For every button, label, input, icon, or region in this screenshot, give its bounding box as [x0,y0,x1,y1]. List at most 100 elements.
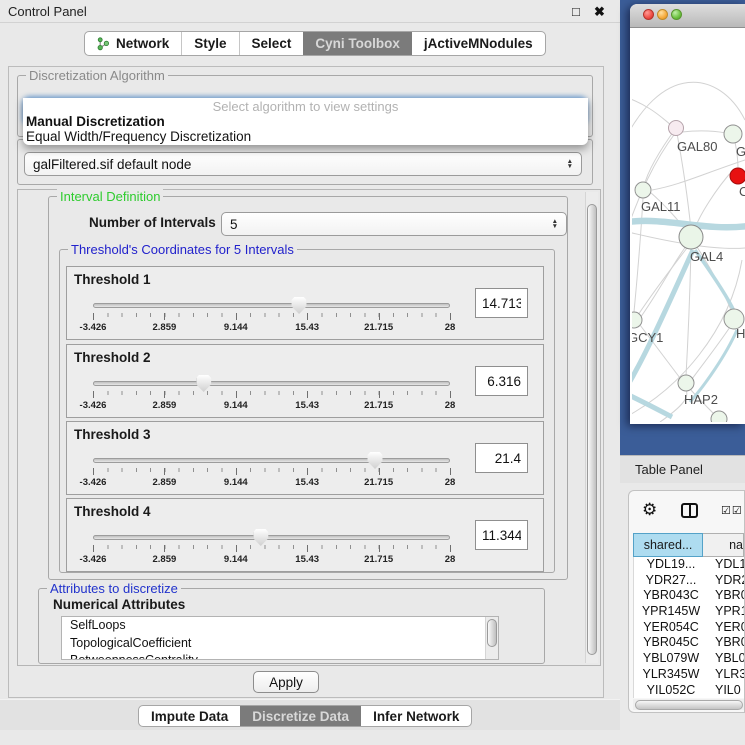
close-icon[interactable]: ✖ [594,4,605,20]
node-hap2[interactable] [678,375,694,391]
algorithm-option-manual[interactable]: Manual Discretization [23,114,588,129]
tab-label: Network [116,36,169,51]
table-row[interactable]: YER054CYER0 [634,620,744,636]
network-canvas[interactable]: GAL80 GA C GAL11 GAL4 GCY1 H HAP2 [632,28,745,422]
tab-impute-data[interactable]: Impute Data [139,706,240,726]
threshold-slider[interactable] [93,381,450,387]
table-row[interactable]: YDR27...YDR2 [634,573,744,589]
svg-text:GCY1: GCY1 [632,330,663,345]
network-icon [97,37,110,51]
horizontal-scrollbar[interactable] [633,699,744,710]
node-red-selected[interactable] [730,168,745,184]
threshold-panel-3: Threshold 3 -3.4262.8599.14415.4321.7152… [66,421,544,495]
node-gal4[interactable] [679,225,703,249]
table-header-row: shared... na [633,533,744,557]
svg-text:GAL4: GAL4 [690,249,723,264]
table-panel-header: Table Panel [620,455,745,483]
minimize-traffic-light-icon[interactable] [657,9,668,20]
zoom-traffic-light-icon[interactable] [671,9,682,20]
algorithm-option-equal-width[interactable]: Equal Width/Frequency Discretization [23,129,588,144]
network-graph: GAL80 GA C GAL11 GAL4 GCY1 H HAP2 [632,28,745,422]
threshold-slider[interactable] [93,535,450,541]
tab-label: Select [252,36,292,51]
algorithm-dropdown-popup: Select algorithm to view settings Manual… [23,98,588,145]
node-gal80[interactable] [669,121,684,136]
list-scrollbar[interactable] [485,617,498,659]
tab-discretize-data[interactable]: Discretize Data [240,706,361,726]
table-row[interactable]: YBR043CYBR0 [634,588,744,604]
close-traffic-light-icon[interactable] [643,9,654,20]
list-item[interactable]: SelfLoops [62,617,498,635]
threshold-value-input[interactable] [475,366,528,396]
slider-track[interactable] [93,381,450,386]
list-item[interactable]: BetweennessCentrality [62,652,498,660]
tab-cyni-toolbox[interactable]: Cyni Toolbox [303,32,412,55]
list-item[interactable]: TopologicalCoefficient [62,635,498,653]
network-node-labels: GAL80 GA C GAL11 GAL4 GCY1 H HAP2 [632,139,745,407]
slider-track[interactable] [93,303,450,308]
checkbox-icons[interactable]: ☑☑ [721,504,743,517]
table-panel-title: Table Panel [635,462,703,477]
table-row[interactable]: YBR045CYBR0 [634,635,744,651]
threshold-slider[interactable] [93,458,450,464]
node-ga[interactable] [724,125,742,143]
scrollbar-thumb[interactable] [587,204,597,655]
tab-label: jActiveMNodules [424,36,533,51]
interval-definition-group: Interval Definition Number of Intervals … [48,196,568,580]
network-view-window: GAL80 GA C GAL11 GAL4 GCY1 H HAP2 [630,4,745,424]
table-panel-card: ⚙ ☑☑ shared... na YDL19...YDL1 YDR27...Y… [628,490,745,713]
column-header-shared-name[interactable]: shared... [633,533,703,557]
slider-thumb[interactable] [368,452,383,469]
table-row[interactable]: YIL052CYIL0 [634,683,744,699]
float-window-icon[interactable]: □ [572,4,580,19]
threshold-slider[interactable] [93,303,450,309]
column-header-name[interactable]: na [703,533,744,557]
slider-track[interactable] [93,535,450,540]
algorithm-placeholder-option[interactable]: Select algorithm to view settings [23,99,588,114]
svg-text:C: C [739,184,745,199]
tab-infer-network[interactable]: Infer Network [361,706,471,726]
network-window-titlebar [630,4,745,28]
group-title: Discretization Algorithm [26,68,168,83]
threshold-value-input[interactable] [475,443,528,473]
table-data-combobox[interactable]: galFiltered.sif default node ▲▼ [24,152,582,176]
panel-scrollbar[interactable] [585,192,598,663]
bottom-tab-bar: Impute Data Discretize Data Infer Networ… [138,705,472,727]
num-intervals-combobox[interactable]: 5 ▲▼ [221,212,567,236]
tab-jactivemnodules[interactable]: jActiveMNodules [412,32,545,55]
gear-icon[interactable]: ⚙ [642,500,657,520]
threshold-value-input[interactable] [475,520,528,550]
node-gal11[interactable] [635,182,651,198]
node-bottom[interactable] [711,411,727,422]
slider-thumb[interactable] [292,297,307,314]
threshold-value-input[interactable] [475,288,528,318]
numerical-attributes-label: Numerical Attributes [53,597,185,612]
apply-button[interactable]: Apply [253,671,319,693]
split-columns-icon[interactable] [681,503,698,518]
slider-track[interactable] [93,458,450,463]
table-toolbar: ⚙ ☑☑ [629,491,744,531]
table-row[interactable]: YPR145WYPR1 [634,604,744,620]
tab-style[interactable]: Style [181,32,238,55]
slider-thumb[interactable] [196,375,211,392]
scrollbar-thumb[interactable] [487,619,497,647]
screen: Control Panel □ ✖ Network Style Select C… [0,0,745,745]
scrollbar-thumb[interactable] [635,700,743,710]
tab-label: Discretize Data [252,709,349,724]
group-title: Threshold's Coordinates for 5 Intervals [68,242,297,257]
slider-thumb[interactable] [253,529,268,546]
slider-ticks [93,391,450,399]
tab-select[interactable]: Select [239,32,304,55]
attributes-group: Attributes to discretize Numerical Attri… [38,588,545,664]
tab-label: Impute Data [151,709,228,724]
table-row[interactable]: YDL19...YDL1 [634,557,744,573]
table-row[interactable]: YBL079WYBL0 [634,651,744,667]
slider-ticks [93,545,450,553]
table-row[interactable]: YLR345WYLR3 [634,667,744,683]
slider-ticks [93,313,450,321]
threshold-panel-4: Threshold 4 -3.4262.8599.14415.4321.7152… [66,498,544,572]
slider-tick-labels: -3.4262.8599.14415.4321.71528 [93,477,450,489]
spinner-arrows-icon: ▲▼ [567,159,573,170]
tab-network[interactable]: Network [85,32,181,55]
table-data-value: galFiltered.sif default node [33,157,191,172]
